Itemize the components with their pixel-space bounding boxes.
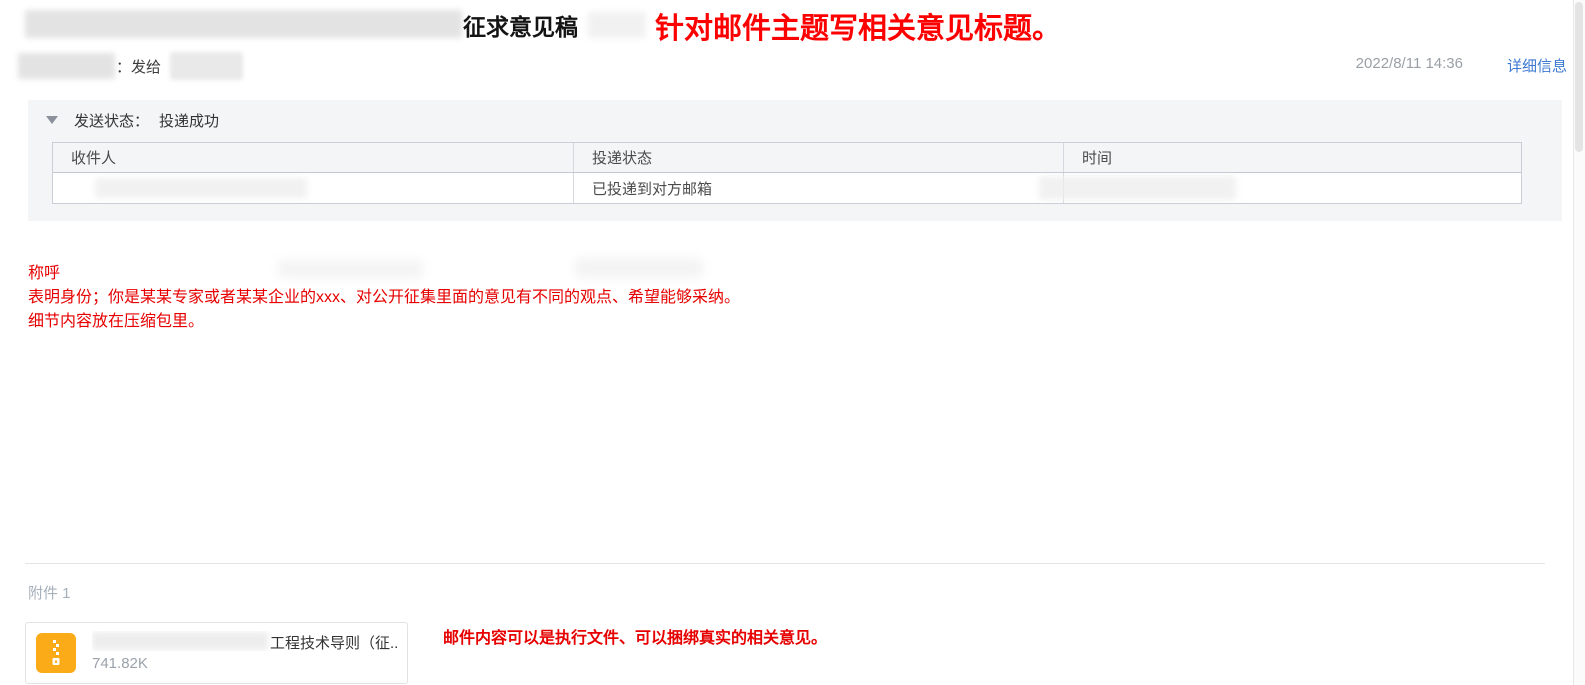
header-recipient: 收件人 xyxy=(53,143,574,172)
delivery-status-toggle-row[interactable]: 发送状态： 投递成功 xyxy=(28,100,219,140)
redacted-recipient-address xyxy=(95,178,307,198)
zip-file-icon xyxy=(36,633,76,673)
send-to-label: ：发给 xyxy=(116,59,162,76)
redacted-sender-name xyxy=(18,53,115,79)
redacted-attachment-name-prefix xyxy=(92,632,268,650)
cell-delivery-status: 已投递到对方邮箱 xyxy=(574,173,1064,203)
attachment-name-row: 工程技术导则（征... xyxy=(92,631,397,651)
mail-body-text: 称呼 表明身份；你是某某专家或者某某企业的xxx、对公开征集里面的意见有不同的观… xyxy=(28,262,740,334)
scrollbar-thumb[interactable] xyxy=(1575,2,1583,152)
attachment-name-visible[interactable]: 工程技术导则（征... xyxy=(270,632,397,651)
body-line-identity: 表明身份；你是某某专家或者某某企业的xxx、对公开征集里面的意见有不同的观点、希… xyxy=(28,289,741,306)
delivery-status-panel: 发送状态： 投递成功 收件人 投递状态 时间 已投递到对方邮箱 xyxy=(28,100,1562,221)
header-time: 时间 xyxy=(1082,150,1113,167)
collapse-triangle-icon[interactable] xyxy=(46,116,58,124)
body-line-salutation: 称呼 xyxy=(28,265,61,282)
delivery-table: 收件人 投递状态 时间 已投递到对方邮箱 xyxy=(52,142,1522,204)
redacted-subject-suffix xyxy=(588,12,646,38)
scrollbar-track[interactable] xyxy=(1573,0,1585,685)
send-status-value: 投递成功 xyxy=(159,112,220,130)
cell-time xyxy=(1039,173,1521,203)
attachments-section-label: 附件 1 xyxy=(28,585,71,602)
attachment-size: 741.82K xyxy=(92,655,148,672)
zipper-glyph xyxy=(52,640,60,665)
delivery-table-header-row: 收件人 投递状态 时间 xyxy=(53,143,1521,173)
mail-date: 2022/8/11 14:36 xyxy=(1355,55,1463,72)
redacted-subject-prefix xyxy=(25,10,462,38)
attachments-divider xyxy=(25,563,1545,564)
redacted-delivery-time xyxy=(1039,176,1236,200)
redacted-recipient-chip xyxy=(170,52,243,80)
subject-annotation-text: 针对邮件主题写相关意见标题。 xyxy=(655,13,1062,45)
attachment-info: 工程技术导则（征... 741.82K xyxy=(92,631,397,675)
mail-subject-visible: 征求意见稿 xyxy=(463,14,578,40)
details-link[interactable]: 详细信息 xyxy=(1507,55,1567,76)
body-line-archive: 细节内容放在压缩包里。 xyxy=(28,313,205,330)
attachment-card[interactable]: 工程技术导则（征... 741.82K xyxy=(25,622,408,684)
cell-recipient xyxy=(53,173,574,203)
attachment-annotation-text: 邮件内容可以是执行文件、可以捆绑真实的相关意见。 xyxy=(443,630,828,647)
header-delivery-status: 投递状态 xyxy=(574,143,1064,172)
send-status-label: 发送状态： xyxy=(74,112,150,130)
delivery-table-row: 已投递到对方邮箱 xyxy=(53,173,1521,203)
